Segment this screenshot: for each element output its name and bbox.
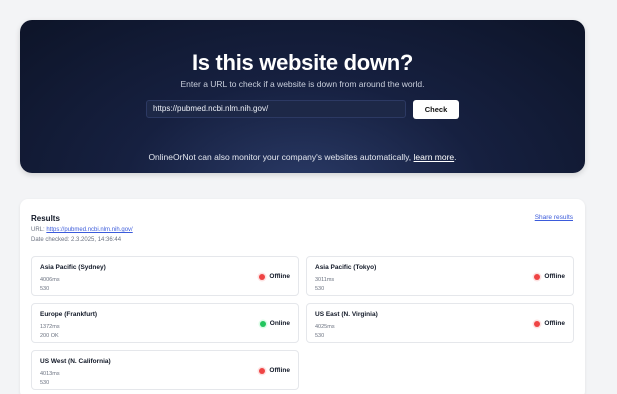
page-title: Is this website down? — [191, 50, 414, 75]
status-badge: Online — [259, 320, 290, 327]
offline-dot-icon — [259, 273, 266, 280]
region-card-sydney: Asia Pacific (Sydney) 4006ms 530 Offline — [31, 256, 299, 296]
status-code: 200 OK — [40, 333, 59, 339]
region-card-california: US West (N. California) 4013ms 530 Offli… — [31, 350, 299, 390]
checked-url: URL: https://pubmed.ncbi.nlm.nih.gov/ — [31, 227, 133, 233]
region-name: US West (N. California) — [40, 358, 111, 365]
monitor-note-text: OnlineOrNot can also monitor your compan… — [148, 152, 412, 162]
check-button[interactable]: Check — [413, 100, 459, 119]
status-badge: Offline — [534, 320, 565, 327]
response-time: 4013ms — [40, 371, 60, 377]
offline-dot-icon — [534, 320, 541, 327]
results-title: Results — [31, 214, 60, 223]
region-card-virginia: US East (N. Virginia) 4025ms 530 Offline — [306, 303, 574, 343]
status-label: Offline — [544, 320, 565, 327]
status-badge: Offline — [259, 273, 290, 280]
status-label: Offline — [269, 367, 290, 374]
status-label: Online — [269, 320, 290, 327]
status-label: Offline — [544, 273, 565, 280]
online-dot-icon — [259, 320, 266, 327]
url-label: URL: — [31, 227, 45, 233]
region-name: Asia Pacific (Tokyo) — [315, 264, 377, 271]
checked-url-link[interactable]: https://pubmed.ncbi.nlm.nih.gov/ — [46, 227, 132, 233]
date-label: Date checked: — [31, 237, 70, 243]
hero-subtitle: Enter a URL to check if a website is dow… — [180, 79, 425, 89]
region-name: Asia Pacific (Sydney) — [40, 264, 106, 271]
offline-dot-icon — [259, 367, 266, 374]
status-code: 530 — [40, 286, 50, 292]
region-card-frankfurt: Europe (Frankfurt) 1372ms 200 OK Online — [31, 303, 299, 343]
response-time: 4025ms — [315, 324, 335, 330]
status-code: 530 — [40, 380, 50, 386]
status-label: Offline — [269, 273, 290, 280]
response-time: 4006ms — [40, 277, 60, 283]
region-name: US East (N. Virginia) — [315, 311, 378, 318]
url-input[interactable]: https://pubmed.ncbi.nlm.nih.gov/ — [146, 100, 406, 118]
region-name: Europe (Frankfurt) — [40, 311, 98, 318]
date-value: 2.3.2025, 14:36:44 — [71, 237, 122, 243]
offline-dot-icon — [534, 273, 541, 280]
hero-panel: Is this website down? Enter a URL to che… — [20, 20, 585, 173]
status-badge: Offline — [259, 367, 290, 374]
monitor-note: OnlineOrNot can also monitor your compan… — [20, 152, 585, 162]
date-checked: Date checked: 2.3.2025, 14:36:44 — [31, 237, 121, 243]
response-time: 3011ms — [315, 277, 335, 283]
status-code: 530 — [315, 333, 325, 339]
status-code: 530 — [315, 286, 325, 292]
results-panel: Results Share results URL: https://pubme… — [20, 199, 585, 394]
status-badge: Offline — [534, 273, 565, 280]
share-results-link[interactable]: Share results — [535, 214, 573, 221]
region-card-tokyo: Asia Pacific (Tokyo) 3011ms 530 Offline — [306, 256, 574, 296]
learn-more-link[interactable]: learn more — [414, 152, 455, 162]
response-time: 1372ms — [40, 324, 60, 330]
monitor-note-suffix: . — [454, 152, 457, 162]
